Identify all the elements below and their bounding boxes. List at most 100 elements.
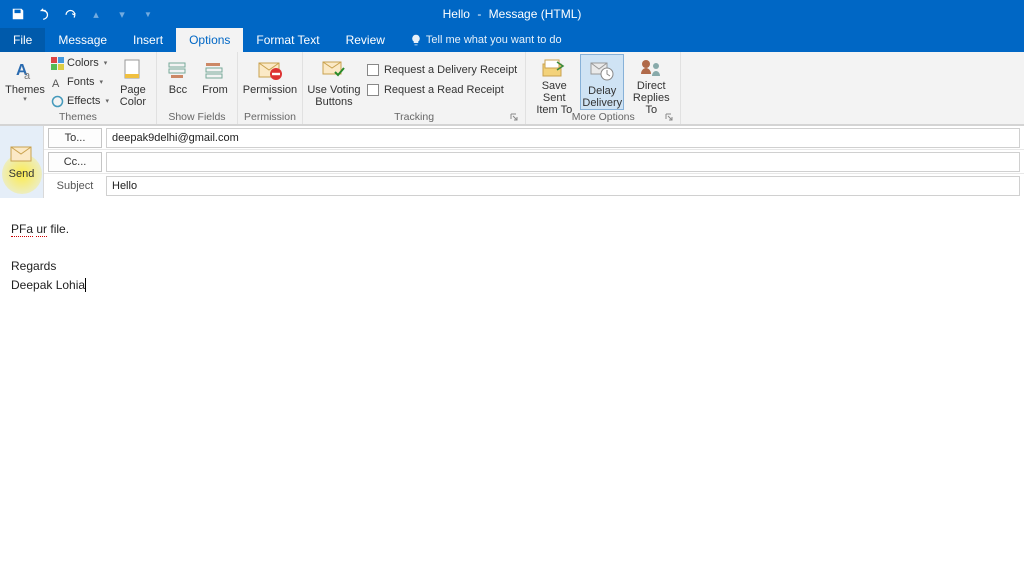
read-receipt-label: Request a Read Receipt xyxy=(384,84,504,96)
fonts-icon: A xyxy=(51,76,64,89)
group-more-options: Save Sent Item To Delay Delivery Direct … xyxy=(526,52,681,124)
effects-button[interactable]: Effects▾ xyxy=(48,92,112,110)
permission-label: Permission xyxy=(243,84,297,96)
dropdown-icon: ▾ xyxy=(23,96,27,104)
delay-delivery-icon xyxy=(586,57,618,85)
to-button[interactable]: To... xyxy=(48,128,102,148)
send-label: Send xyxy=(9,168,35,180)
title-separator: - xyxy=(477,7,481,21)
delivery-receipt-checkbox[interactable]: Request a Delivery Receipt xyxy=(363,60,521,79)
dialog-launcher-icon[interactable] xyxy=(508,111,520,123)
group-tracking: Use Voting Buttons Request a Delivery Re… xyxy=(303,52,526,124)
compose-area: Send To... deepak9delhi@gmail.com Cc... … xyxy=(0,125,1024,302)
fonts-button[interactable]: A Fonts▾ xyxy=(48,73,112,91)
delivery-receipt-label: Request a Delivery Receipt xyxy=(384,64,517,76)
from-icon xyxy=(199,56,231,84)
page-color-label: Page Color xyxy=(120,84,146,108)
use-voting-label: Use Voting Buttons xyxy=(307,84,360,108)
subject-label: Subject xyxy=(48,180,102,192)
effects-icon xyxy=(51,95,64,108)
subject-row: Subject Hello xyxy=(44,174,1024,198)
bcc-label: Bcc xyxy=(169,84,187,96)
delay-delivery-button[interactable]: Delay Delivery xyxy=(580,54,624,110)
bcc-button[interactable]: Bcc xyxy=(161,54,195,110)
save-sent-button[interactable]: Save Sent Item To xyxy=(530,54,578,110)
subject-field[interactable]: Hello xyxy=(106,176,1020,196)
fonts-label: Fonts xyxy=(67,76,95,88)
colors-label: Colors xyxy=(67,57,99,69)
save-icon[interactable] xyxy=(6,2,30,26)
address-fields: To... deepak9delhi@gmail.com Cc... Subje… xyxy=(44,126,1024,198)
read-receipt-checkbox[interactable]: Request a Read Receipt xyxy=(363,80,521,99)
colors-button[interactable]: Colors▾ xyxy=(48,54,112,72)
undo-icon[interactable] xyxy=(32,2,56,26)
dialog-launcher-icon[interactable] xyxy=(663,111,675,123)
tab-message[interactable]: Message xyxy=(45,28,120,52)
title-bar: ▴ ▾ ▼ Hello - Message (HTML) xyxy=(0,0,1024,28)
cc-button[interactable]: Cc... xyxy=(48,152,102,172)
bulb-icon xyxy=(410,34,422,46)
body-line-1: PFa ur file. xyxy=(11,220,1016,239)
tab-insert[interactable]: Insert xyxy=(120,28,176,52)
checkbox-icon xyxy=(367,84,379,96)
qat-prev-icon[interactable]: ▴ xyxy=(84,2,108,26)
tell-me-search[interactable]: Tell me what you want to do xyxy=(398,28,562,52)
redo-icon[interactable] xyxy=(58,2,82,26)
body-regards: Regards xyxy=(11,257,1016,276)
page-color-icon xyxy=(117,56,149,84)
themes-label: Themes xyxy=(5,84,45,96)
delay-delivery-label: Delay Delivery xyxy=(582,85,622,109)
to-field[interactable]: deepak9delhi@gmail.com xyxy=(106,128,1020,148)
tab-review[interactable]: Review xyxy=(333,28,398,52)
window-title: Hello - Message (HTML) xyxy=(443,7,582,21)
permission-button[interactable]: Permission ▾ xyxy=(242,54,298,110)
compose-header: Send To... deepak9delhi@gmail.com Cc... … xyxy=(0,126,1024,198)
qat-customize-icon[interactable]: ▼ xyxy=(136,2,160,26)
tab-options[interactable]: Options xyxy=(176,28,243,52)
themes-button[interactable]: Aa Themes ▾ xyxy=(4,54,46,110)
themes-group-label: Themes xyxy=(59,111,97,123)
direct-replies-button[interactable]: Direct Replies To xyxy=(626,54,676,110)
more-options-group-label: More Options xyxy=(572,111,635,123)
voting-icon xyxy=(318,56,350,84)
group-themes: Aa Themes ▾ Colors▾ A Fonts▾ Effects▾ xyxy=(0,52,157,124)
themes-icon: Aa xyxy=(9,56,41,84)
qat-next-icon[interactable]: ▾ xyxy=(110,2,134,26)
body-signature: Deepak Lohia xyxy=(11,276,1016,295)
bcc-icon xyxy=(162,56,194,84)
quick-access-toolbar: ▴ ▾ ▼ xyxy=(0,2,160,26)
save-sent-icon xyxy=(538,56,570,80)
app-title: Message (HTML) xyxy=(489,7,582,21)
show-fields-group-label: Show Fields xyxy=(168,111,225,123)
ribbon: Aa Themes ▾ Colors▾ A Fonts▾ Effects▾ xyxy=(0,52,1024,125)
doc-title: Hello xyxy=(443,7,470,21)
body-text: file. xyxy=(47,222,69,236)
svg-text:a: a xyxy=(24,70,31,82)
effects-label: Effects xyxy=(67,95,100,107)
cc-field[interactable] xyxy=(106,152,1020,172)
cc-row: Cc... xyxy=(44,150,1024,174)
use-voting-button[interactable]: Use Voting Buttons xyxy=(307,54,361,110)
ribbon-tabs: File Message Insert Options Format Text … xyxy=(0,28,1024,52)
signature-text: Deepak Lohia xyxy=(11,278,85,292)
group-show-fields: Bcc From Show Fields xyxy=(157,52,238,124)
from-button[interactable]: From xyxy=(197,54,233,110)
tab-format-text[interactable]: Format Text xyxy=(243,28,332,52)
permission-icon xyxy=(254,56,286,84)
group-permission: Permission ▾ Permission xyxy=(238,52,303,124)
permission-group-label: Permission xyxy=(244,111,296,123)
checkbox-icon xyxy=(367,64,379,76)
message-body[interactable]: PFa ur file. Regards Deepak Lohia xyxy=(0,198,1024,302)
tab-file[interactable]: File xyxy=(0,28,45,52)
direct-replies-icon xyxy=(635,56,667,80)
send-button[interactable]: Send xyxy=(9,164,35,180)
from-label: From xyxy=(202,84,228,96)
tracking-group-label: Tracking xyxy=(394,111,434,123)
body-text: PFa xyxy=(11,222,33,237)
send-column: Send xyxy=(0,126,44,198)
tell-me-label: Tell me what you want to do xyxy=(426,34,562,46)
page-color-button[interactable]: Page Color xyxy=(114,54,152,110)
text-cursor-icon xyxy=(85,278,86,292)
colors-icon xyxy=(51,57,64,70)
body-text: ur xyxy=(36,222,47,237)
